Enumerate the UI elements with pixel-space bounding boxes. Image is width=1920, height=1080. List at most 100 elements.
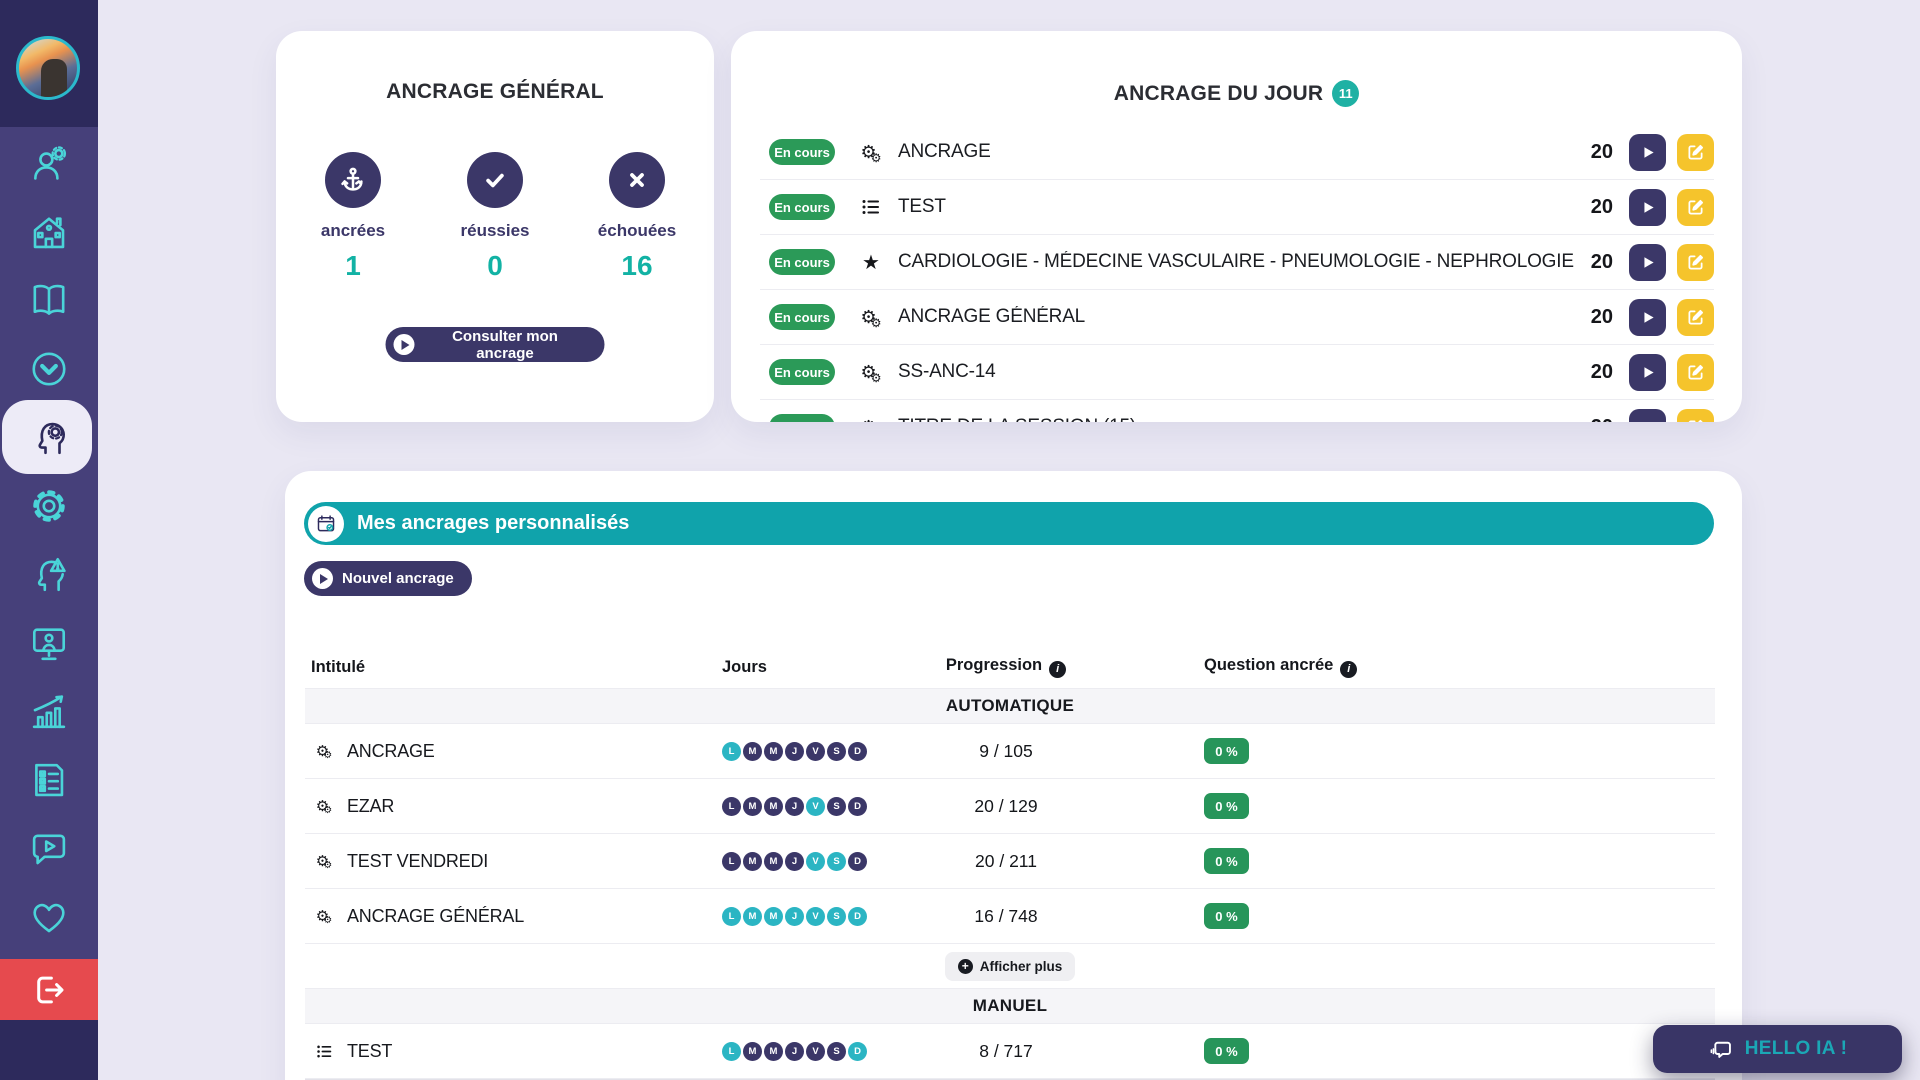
new-anchor-button[interactable]: Nouvel ancrage (304, 561, 472, 596)
status-badge: En cours (769, 414, 835, 422)
day-pill: M (764, 852, 783, 871)
session-title: TITRE DE LA SESSION (15) (898, 416, 1591, 422)
play-button[interactable] (1629, 244, 1666, 281)
table-row[interactable]: ⚙⚙ EZAR LMMJVSD 20 / 129 0 % (305, 779, 1715, 834)
avatar[interactable] (16, 36, 80, 100)
gear-icon (28, 485, 70, 527)
sidebar-item-profile[interactable] (0, 134, 98, 192)
status-badge: En cours (769, 249, 835, 275)
table-row[interactable]: ⚙⚙ ANCRAGE GÉNÉRAL LMMJVSD 16 / 748 0 % (305, 889, 1715, 944)
anchored-cell: 0 % (1116, 903, 1715, 929)
sidebar-item-alerts[interactable] (0, 545, 98, 603)
day-pill: S (827, 797, 846, 816)
sidebar-item-settings[interactable] (0, 477, 98, 535)
personal-anchors-title: Mes ancrages personnalisés (357, 512, 629, 535)
gears-icon: ⚙⚙ (856, 416, 886, 423)
head-alert-icon (28, 553, 70, 595)
day-pill: D (848, 1042, 867, 1061)
status-badge: En cours (769, 359, 835, 385)
day-pills: LMMJVSD (716, 742, 896, 761)
sidebar-footer (0, 1020, 98, 1080)
session-row[interactable]: En cours ⚙⚙ ★ TEST 20 (760, 180, 1714, 235)
session-row[interactable]: En cours ⚙⚙ ★ ANCRAGE 20 (760, 125, 1714, 180)
stat-value: 16 (621, 250, 652, 282)
play-button[interactable] (1629, 299, 1666, 336)
row-title-cell: ⚙⚙ ANCRAGE GÉNÉRAL (305, 906, 716, 927)
session-row[interactable]: En cours ⚙⚙ ★ CARDIOLOGIE - MÉDECINE VAS… (760, 235, 1714, 290)
anchored-cell: 0 % (1116, 738, 1715, 764)
day-pill: D (848, 852, 867, 871)
day-pills: LMMJVSD (716, 852, 896, 871)
sidebar-item-logout[interactable] (0, 959, 98, 1020)
day-pill: V (806, 907, 825, 926)
session-row[interactable]: En cours ⚙⚙ ★ ANCRAGE GÉNÉRAL 20 (760, 290, 1714, 345)
table-row[interactable]: ⚙⚙ ANCRAGE LMMJVSD 9 / 105 0 % (305, 724, 1715, 779)
sidebar-item-quiz[interactable] (0, 751, 98, 809)
play-button[interactable] (1629, 354, 1666, 391)
sidebar-item-ancrage[interactable] (0, 408, 98, 466)
session-title: ANCRAGE (898, 141, 1591, 163)
row-title-cell: ⚙⚙ ANCRAGE (305, 741, 716, 762)
progression-value: 20 / 129 (896, 796, 1116, 817)
user-gear-icon (28, 142, 70, 184)
show-more-button[interactable]: +Afficher plus (945, 952, 1076, 981)
anchored-badge: 0 % (1204, 793, 1249, 819)
sidebar-header (0, 0, 98, 127)
sidebar-item-stats[interactable] (0, 682, 98, 740)
day-pills: LMMJVSD (716, 797, 896, 816)
play-button[interactable] (1629, 134, 1666, 171)
plus-icon: + (958, 959, 973, 974)
sidebar-item-school[interactable] (0, 203, 98, 261)
day-pill: M (764, 797, 783, 816)
list-icon (311, 1043, 337, 1060)
anchored-badge: 0 % (1204, 903, 1249, 929)
row-title: TEST (347, 1041, 392, 1062)
edit-button[interactable] (1677, 244, 1714, 281)
table-row[interactable]: ⚙⚙ TEST VENDREDI LMMJVSD 20 / 211 0 % (305, 834, 1715, 889)
consult-anchor-button[interactable]: Consulter mon ancrage (386, 327, 605, 362)
edit-button[interactable] (1677, 189, 1714, 226)
sidebar-item-webinars[interactable] (0, 614, 98, 672)
table-row[interactable]: ⚙⚙ TEST LMMJVSD 8 / 717 0 % (305, 1024, 1715, 1079)
info-icon[interactable]: i (1340, 661, 1357, 678)
book-icon (28, 279, 70, 321)
row-title-cell: ⚙⚙ EZAR (305, 796, 716, 817)
gears-icon: ⚙⚙ (311, 797, 337, 816)
personal-anchors-header: Mes ancrages personnalisés (304, 502, 1714, 545)
sidebar-item-expand[interactable] (0, 340, 98, 398)
hello-ia-button[interactable]: HELLO IA ! (1653, 1025, 1902, 1073)
row-title: ANCRAGE (347, 741, 435, 762)
session-list: En cours ⚙⚙ ★ ANCRAGE 20 En cours ⚙⚙ (760, 125, 1714, 422)
hello-ia-label: HELLO IA ! (1745, 1038, 1848, 1060)
personal-anchors-card: Mes ancrages personnalisés Nouvel ancrag… (285, 471, 1742, 1080)
edit-button[interactable] (1677, 409, 1714, 423)
session-row[interactable]: En cours ⚙⚙ ★ SS-ANC-14 20 (760, 345, 1714, 400)
session-row[interactable]: En cours ⚙⚙ ★ TITRE DE LA SESSION (15) 2… (760, 400, 1714, 422)
edit-button[interactable] (1677, 354, 1714, 391)
row-title: ANCRAGE GÉNÉRAL (347, 906, 524, 927)
sidebar-item-courses[interactable] (0, 271, 98, 329)
session-title: CARDIOLOGIE - MÉDECINE VASCULAIRE - PNEU… (898, 251, 1591, 273)
anchor-general-stats: ancrées 1 réussies 0 échouées 16 (276, 152, 714, 282)
info-icon[interactable]: i (1049, 661, 1066, 678)
stat-anchored: ancrées 1 (320, 152, 386, 282)
logout-icon (30, 971, 68, 1009)
day-pill: M (764, 907, 783, 926)
edit-button[interactable] (1677, 299, 1714, 336)
stat-label: réussies (461, 221, 530, 241)
sidebar-item-favorites[interactable] (0, 888, 98, 946)
row-title: EZAR (347, 796, 394, 817)
sidebar-item-videos[interactable] (0, 819, 98, 877)
day-pill: M (743, 852, 762, 871)
play-button[interactable] (1629, 189, 1666, 226)
section-header: AUTOMATIQUE (305, 688, 1715, 724)
day-pill: S (827, 1042, 846, 1061)
edit-button[interactable] (1677, 134, 1714, 171)
day-pill: D (848, 742, 867, 761)
day-pill: S (827, 742, 846, 761)
stat-label: échouées (598, 221, 676, 241)
play-button[interactable] (1629, 409, 1666, 423)
header-intitule: Intitulé (305, 658, 716, 677)
day-pill: L (722, 1042, 741, 1061)
anchored-badge: 0 % (1204, 738, 1249, 764)
